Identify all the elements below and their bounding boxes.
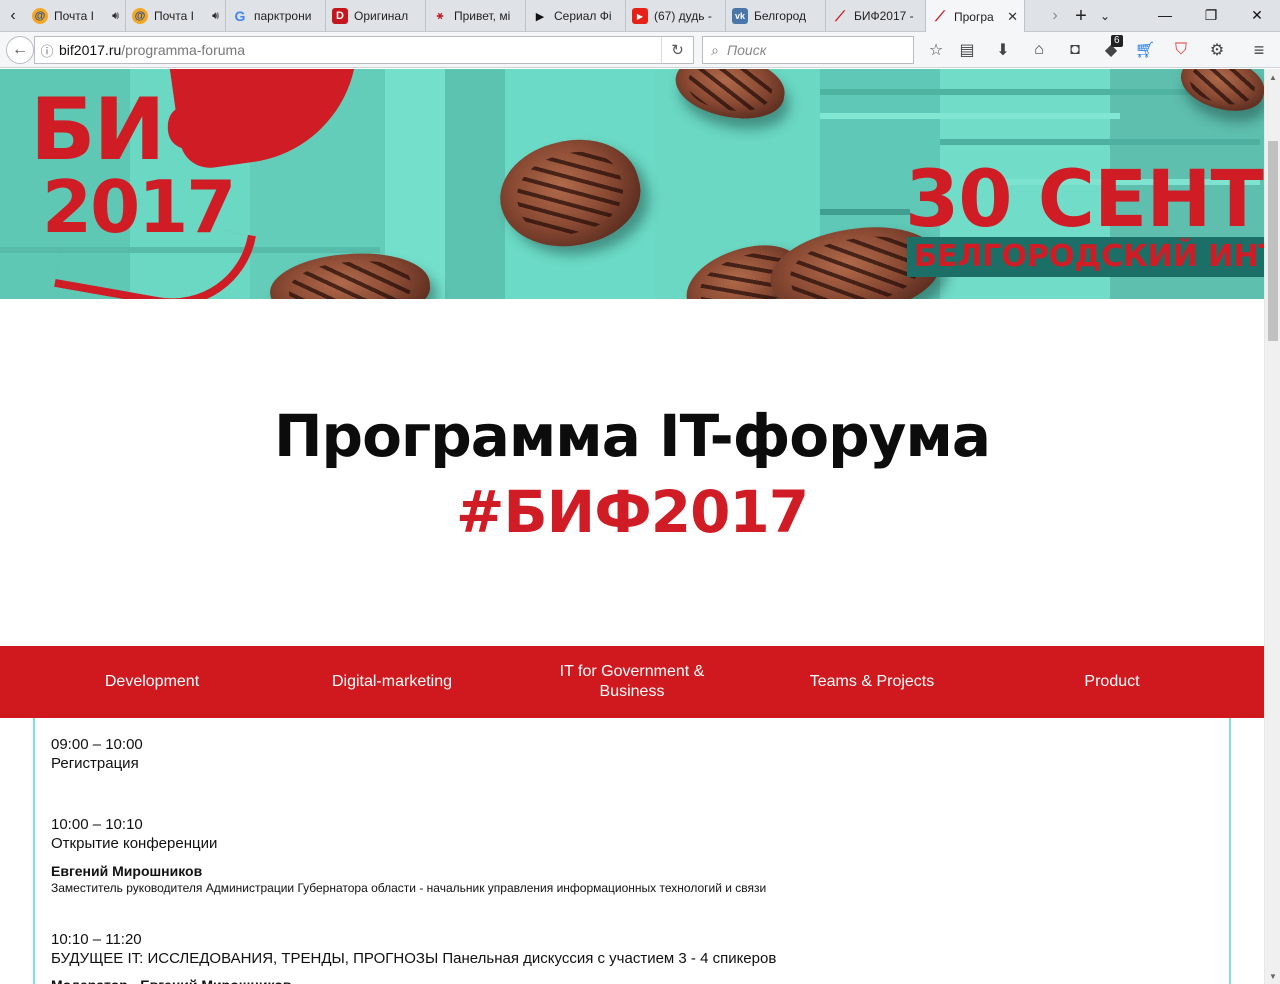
download-icon[interactable]: ⬇ — [992, 40, 1014, 60]
figure-icon: ⚹ — [436, 9, 444, 22]
tab-list: @ Почта I 🔊︎ @ Почта I 🔊︎ G парктрони D … — [26, 0, 1025, 33]
schedule-item: 10:00 – 10:10 Открытие конференции Евген… — [51, 815, 1211, 896]
tab-strip: ‹ @ Почта I 🔊︎ @ Почта I 🔊︎ G парктрони … — [0, 0, 1280, 33]
tab[interactable]: ▶ (67) дудь - — [626, 0, 726, 32]
d-icon: D — [332, 8, 348, 24]
reload-icon[interactable]: ↻ — [661, 37, 693, 63]
tab-title: Сериал Фі — [554, 9, 612, 23]
address-bar[interactable]: ⓘ bif2017.ru/programma-foruma ↻ — [34, 36, 694, 64]
bookmark-star-icon[interactable]: ☆ — [925, 40, 947, 60]
tab-title: Привет, мі — [454, 9, 511, 23]
scroll-up-icon[interactable]: ▲ — [1265, 69, 1280, 85]
mail-ru-icon: @ — [132, 8, 148, 24]
banner-date: 30 СЕНТ — [905, 155, 1264, 245]
extension-puzzle-icon[interactable]: ⚙ — [1206, 40, 1228, 60]
minimize-icon[interactable]: — — [1142, 0, 1188, 30]
new-tab-icon[interactable]: + — [1070, 4, 1092, 28]
search-placeholder: Поиск — [727, 42, 767, 58]
steak-image — [671, 69, 789, 125]
tab-development[interactable]: Development — [32, 646, 272, 718]
tab-teams-projects[interactable]: Teams & Projects — [752, 646, 992, 718]
back-button[interactable]: ← — [6, 36, 34, 64]
tab-title: Програ — [954, 9, 994, 24]
navigation-toolbar: ← ⓘ bif2017.ru/programma-foruma ↻ ⌕ Поис… — [0, 32, 1280, 68]
search-icon: ⌕ — [711, 41, 719, 58]
google-icon: G — [234, 8, 246, 24]
page-viewport: БИФ 2017 30 СЕНТ БЕЛГОРОДСКИЙ ИНТ Програ… — [0, 69, 1264, 984]
tab-title: Почта I — [54, 9, 94, 23]
schedule-list: 09:00 – 10:00 Регистрация 10:00 – 10:10 … — [33, 718, 1231, 984]
tab-active[interactable]: ⟋ Програ ✕ — [925, 0, 1025, 33]
scroll-down-icon[interactable]: ▼ — [1265, 968, 1280, 984]
shield-icon[interactable]: ⛉ — [1170, 40, 1192, 60]
reading-list-icon[interactable]: ▤ — [956, 40, 978, 60]
tab[interactable]: @ Почта I 🔊︎ — [126, 0, 226, 32]
page-scrollbar[interactable]: ▲ ▼ — [1264, 69, 1280, 984]
tab-title: Оригинал — [354, 9, 409, 23]
tab-digital-marketing[interactable]: Digital-marketing — [272, 646, 512, 718]
speaker-name: Евгений Мирошников — [51, 863, 203, 879]
tabs-scroll-left-icon[interactable]: ‹ — [2, 4, 24, 28]
close-window-icon[interactable]: ✕ — [1234, 0, 1280, 30]
banner-subtitle: БЕЛГОРОДСКИЙ ИНТ — [914, 239, 1264, 274]
url-path: /programma-foruma — [121, 42, 245, 58]
back-arrow-icon: ← — [12, 41, 28, 58]
speaker-icon[interactable]: 🔊︎ — [112, 10, 119, 23]
logo-text-year: 2017 — [42, 165, 236, 249]
url-host: bif2017.ru — [59, 42, 122, 58]
tab[interactable]: ▶ Сериал Фі — [526, 0, 626, 32]
tab-title: БИФ2017 - — [854, 9, 914, 23]
tab-title: (67) дудь - — [654, 9, 712, 23]
tab[interactable]: ⚹ Привет, мі — [426, 0, 526, 32]
schedule-title: Открытие конференции — [51, 835, 218, 852]
speaker-icon[interactable]: 🔊︎ — [212, 10, 219, 23]
close-tab-icon[interactable]: ✕ — [1007, 9, 1018, 25]
schedule-title: Регистрация — [51, 755, 139, 772]
youtube-icon: ▶ — [632, 8, 648, 24]
site-info-icon[interactable]: ⓘ — [35, 41, 59, 60]
bif-icon: ⟋ — [835, 7, 845, 24]
home-icon[interactable]: ⌂ — [1028, 40, 1050, 60]
schedule-item: 10:10 – 11:20 БУДУЩЕЕ IT: ИССЛЕДОВАНИЯ, … — [51, 930, 1211, 984]
vk-icon: vk — [732, 8, 748, 24]
restore-icon[interactable]: ❐ — [1188, 0, 1234, 30]
tab[interactable]: vk Белгород — [726, 0, 826, 32]
tabs-scroll-right-icon[interactable]: › — [1044, 4, 1066, 28]
hero-banner: БИФ 2017 30 СЕНТ БЕЛГОРОДСКИЙ ИНТ — [0, 69, 1264, 299]
menu-icon[interactable]: ≡ — [1248, 40, 1270, 60]
tab-it-for-government-business[interactable]: IT for Government & Business — [512, 646, 752, 718]
speaker-name: Модератор - Евгений Мирошников — [51, 976, 1211, 984]
extension-badge: 6 — [1111, 35, 1123, 47]
track-tabs: Development Digital-marketing IT for Gov… — [0, 646, 1264, 718]
bif-icon: ⟋ — [935, 8, 945, 24]
tab-title: парктрони — [254, 9, 312, 23]
tab[interactable]: @ Почта I 🔊︎ — [26, 0, 126, 32]
tab-product[interactable]: Product — [992, 646, 1232, 718]
schedule-time: 10:10 – 11:20 — [51, 931, 142, 948]
mail-ru-icon: @ — [32, 8, 48, 24]
logo-text-bif: БИФ — [30, 80, 249, 180]
speaker-role: Заместитель руководителя Администрации Г… — [51, 881, 767, 895]
tab[interactable]: G парктрони — [226, 0, 326, 32]
scrollbar-thumb[interactable] — [1268, 141, 1278, 341]
tab-list-icon[interactable]: ⌄ — [1094, 4, 1116, 28]
tab-title: Почта I — [154, 9, 194, 23]
page-title-hashtag: #БИФ2017 — [455, 478, 809, 546]
schedule-time: 10:00 – 10:10 — [51, 816, 143, 833]
tab-title: Белгород — [754, 9, 807, 23]
schedule-item: 09:00 – 10:00 Регистрация — [51, 735, 1211, 773]
tab[interactable]: ⟋ БИФ2017 - — [826, 0, 926, 32]
pocket-icon[interactable]: ◘ — [1064, 40, 1086, 60]
search-input[interactable]: ⌕ Поиск — [702, 36, 914, 64]
schedule-time: 09:00 – 10:00 — [51, 736, 143, 753]
tab[interactable]: D Оригинал — [326, 0, 426, 32]
cart-icon[interactable]: 🛒︎ — [1134, 40, 1156, 60]
play-icon: ▶ — [535, 10, 545, 23]
schedule-title: БУДУЩЕЕ IT: ИССЛЕДОВАНИЯ, ТРЕНДЫ, ПРОГНО… — [51, 950, 777, 967]
page-title-line1: Программа IT-форума — [274, 402, 991, 470]
bif-logo: БИФ 2017 — [30, 80, 249, 249]
page-title: Программа IT-форума #БИФ2017 — [0, 407, 1264, 541]
